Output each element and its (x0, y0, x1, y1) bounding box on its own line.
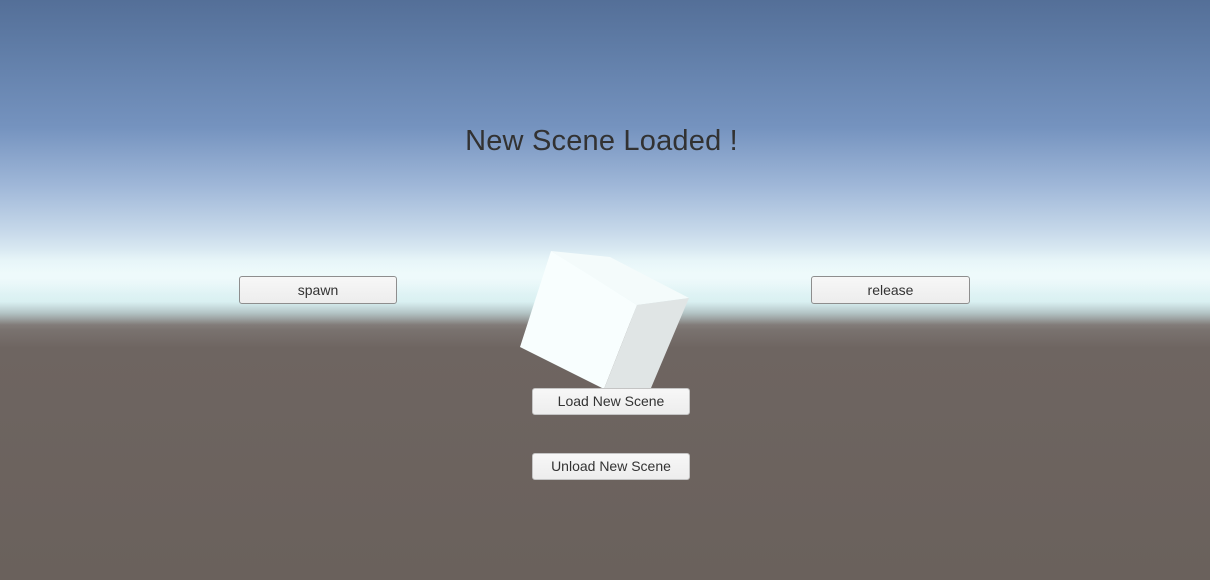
release-button[interactable]: release (811, 276, 970, 304)
white-cube (520, 251, 689, 389)
load-new-scene-button[interactable]: Load New Scene (532, 388, 690, 415)
game-view: New Scene Loaded ! spawn release Load Ne… (0, 0, 1210, 580)
unload-new-scene-button[interactable]: Unload New Scene (532, 453, 690, 480)
spawn-button[interactable]: spawn (239, 276, 397, 304)
